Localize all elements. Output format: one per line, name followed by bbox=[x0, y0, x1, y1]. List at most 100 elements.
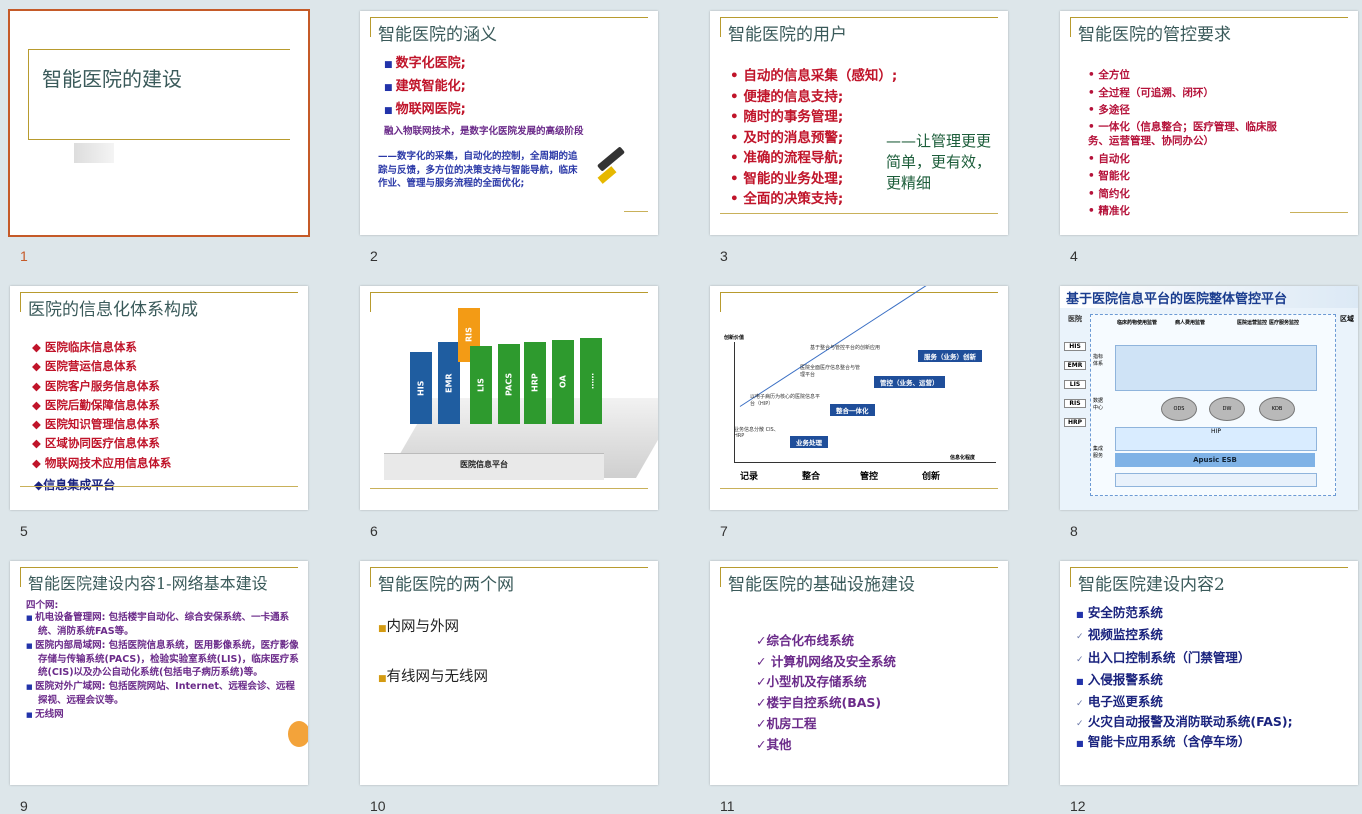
left-item: RIS bbox=[1064, 399, 1086, 408]
footer-rule bbox=[624, 211, 648, 212]
slide-title: 智能医院的用户 bbox=[728, 25, 847, 45]
list-item: ■ 物联网医院; bbox=[384, 102, 466, 117]
slide-number: 7 bbox=[720, 523, 728, 539]
list-item: • 自动的信息采集（感知）; bbox=[730, 68, 898, 84]
subtitle: 融入物联网技术，是数字化医院发展的高级阶段 bbox=[384, 126, 584, 137]
list-item: • 精准化 bbox=[1088, 205, 1130, 217]
list-item: ■ 无线网 bbox=[26, 709, 64, 720]
title-rule-v bbox=[1070, 567, 1071, 587]
slide-thumb-3[interactable]: 智能医院的用户 • 自动的信息采集（感知）; • 便捷的信息支持; • 随时的事… bbox=[710, 11, 1008, 235]
indicator-panel bbox=[1115, 345, 1317, 391]
axis-x-label: 信息化程度 bbox=[950, 455, 976, 461]
title-rule-v bbox=[20, 292, 21, 312]
title-rule bbox=[720, 17, 998, 18]
slide-number: 8 bbox=[1070, 523, 1078, 539]
slide-thumb-9[interactable]: 智能医院建设内容1-网络基本建设 四个网: ■ 机电设备管理网: 包括楼宇自动化… bbox=[10, 561, 308, 785]
left-column: 医院 HIS EMR LIS RIS HRP bbox=[1064, 314, 1086, 494]
title-rule-v bbox=[370, 17, 371, 37]
footer-rule bbox=[20, 486, 298, 487]
platform-label: 医院信息平台 bbox=[460, 460, 508, 469]
stage-4: 创新 bbox=[922, 472, 941, 482]
list-item: ◆ 医院营运信息体系 bbox=[32, 359, 137, 374]
list-item: • 全过程（可追溯、闭环） bbox=[1088, 86, 1214, 99]
slide-title: 智能医院的管控要求 bbox=[1078, 25, 1231, 45]
title-rule bbox=[720, 292, 998, 293]
right-header: 区域 bbox=[1340, 315, 1354, 323]
slide-title: 医院的信息化体系构成 bbox=[28, 300, 198, 320]
list-item: • 准确的流程导航; bbox=[730, 150, 844, 166]
stage-1: 记录 bbox=[740, 472, 759, 482]
title-rule bbox=[1070, 17, 1348, 18]
diagram-label: 临床药物使用监管 bbox=[1117, 320, 1158, 326]
hip-panel: HIP bbox=[1115, 427, 1317, 451]
footer-rule bbox=[370, 488, 648, 489]
title-rule bbox=[1070, 567, 1348, 568]
left-item: LIS bbox=[1064, 380, 1086, 389]
list-item: ✓ 计算机网络及安全系统 bbox=[756, 653, 896, 669]
slide-number: 11 bbox=[720, 798, 735, 814]
bar-hrp: HRP bbox=[524, 342, 546, 424]
slide-number: 2 bbox=[370, 248, 378, 264]
diagram-label: 数据中心 bbox=[1093, 398, 1104, 411]
list-item: ✓综合化布线系统 bbox=[756, 633, 854, 648]
footer-rule bbox=[720, 213, 998, 214]
bullet-list: • 自动的信息采集（感知）; • 便捷的信息支持; • 随时的事务管理; • 及… bbox=[730, 66, 897, 210]
services-row bbox=[1115, 473, 1317, 487]
step-1: 业务处理 bbox=[790, 436, 828, 448]
bullet-list: • 全方位 • 全过程（可追溯、闭环） • 多途径 • 一体化（信息整合；医疗管… bbox=[1088, 67, 1288, 221]
list-item: ✓机房工程 bbox=[756, 715, 817, 731]
list-item: ■ 医院内部局域网: 包括医院信息系统，医用影像系统，医疗影像存储与传输系统(P… bbox=[26, 640, 299, 678]
slide-title: 智能医院的两个网 bbox=[378, 575, 514, 595]
slide-thumb-12[interactable]: 智能医院建设内容2 ■ 安全防范系统 ✓ 视频监控系统 ✓ 出入口控制系统（门禁… bbox=[1060, 561, 1358, 785]
description: ——数字化的采集，自动化的控制，全周期的追踪与反馈，多方位的决策支持与智能导航，… bbox=[378, 151, 578, 189]
platform-diagram: 临床药物使用监管 病人费用监管 医院运营监控 医疗服务监控 指标体系 数据中心 … bbox=[1090, 314, 1336, 496]
list-item: ✓小型机及存储系统 bbox=[756, 674, 867, 690]
bullet-list: ■ 数字化医院; ■ 建筑智能化; ■ 物联网医院; bbox=[384, 53, 466, 122]
list-item: ■ 医院对外广域网: 包括医院网站、Internet、远程会诊、远程探视、远程会… bbox=[26, 681, 295, 706]
list-item: • 全面的决策支持; bbox=[730, 191, 844, 207]
bullet-list: ■内网与外网 ■有线网与无线网 bbox=[378, 615, 488, 686]
diagram-label: 集成服务 bbox=[1093, 446, 1104, 459]
list-item: • 智能化 bbox=[1088, 170, 1130, 182]
title-rule-v bbox=[1070, 17, 1071, 37]
slide-title: 智能医院建设内容2 bbox=[1078, 575, 1225, 595]
title-rule-bottom bbox=[28, 139, 290, 140]
left-item: HRP bbox=[1064, 418, 1086, 427]
slide-thumb-8[interactable]: 基于医院信息平台的医院整体管控平台 医院 HIS EMR LIS RIS HRP… bbox=[1060, 286, 1358, 510]
slide-thumb-11[interactable]: 智能医院的基础设施建设 ✓综合化布线系统 ✓ 计算机网络及安全系统 ✓小型机及存… bbox=[710, 561, 1008, 785]
left-item: HIS bbox=[1064, 342, 1086, 351]
title-rule bbox=[370, 292, 648, 293]
list-item: ◆ 区域协同医疗信息体系 bbox=[32, 436, 160, 451]
slide-number: 3 bbox=[720, 248, 728, 264]
list-item: • 便捷的信息支持; bbox=[730, 88, 844, 105]
list-item: ■ 数字化医院; bbox=[384, 56, 466, 71]
title-rule-v bbox=[370, 292, 371, 312]
left-header: 医院 bbox=[1068, 315, 1082, 323]
diagram-label: 病人费用监管 bbox=[1175, 320, 1206, 326]
slide-number: 5 bbox=[20, 523, 28, 539]
title-rule bbox=[20, 292, 298, 293]
slide-title: 智能医院的基础设施建设 bbox=[728, 575, 915, 595]
list-item: ✓ 火灾自动报警及消防联动系统(FAS); bbox=[1076, 714, 1293, 730]
list-item: • 及时的消息预警; bbox=[730, 129, 844, 146]
bar-his: HIS bbox=[410, 352, 432, 424]
bar-emr: EMR bbox=[438, 342, 460, 424]
slide-thumb-2[interactable]: 智能医院的涵义 ■ 数字化医院; ■ 建筑智能化; ■ 物联网医院; 融入物联网… bbox=[360, 11, 658, 235]
slide-thumb-6[interactable]: 医院信息平台 HIS EMR RIS LIS PACS HRP OA …… bbox=[360, 286, 658, 510]
title-rule-v bbox=[370, 567, 371, 587]
list-item: ✓ 电子巡更系统 bbox=[1076, 694, 1163, 710]
list-item: • 随时的事务管理; bbox=[730, 109, 844, 125]
slide-title: 智能医院的涵义 bbox=[378, 25, 497, 45]
slide-thumb-7[interactable]: 创新价值 信息化程度 业务处理 整合一体化 管控（业务、运营） 服务（业务）创新… bbox=[710, 286, 1008, 510]
slide-thumb-4[interactable]: 智能医院的管控要求 • 全方位 • 全过程（可追溯、闭环） • 多途径 • 一体… bbox=[1060, 11, 1358, 235]
slide-thumb-10[interactable]: 智能医院的两个网 ■内网与外网 ■有线网与无线网 bbox=[360, 561, 658, 785]
title-rule-v bbox=[28, 49, 29, 139]
slide-number: 10 bbox=[370, 798, 386, 814]
title-rule-v bbox=[720, 292, 721, 312]
diagram-label: 指标体系 bbox=[1093, 354, 1104, 367]
list-item: ■ 智能卡应用系统（含停车场） bbox=[1076, 734, 1251, 750]
title-rule bbox=[28, 49, 290, 50]
db-kdb: KDB bbox=[1259, 397, 1295, 421]
slide-thumb-5[interactable]: 医院的信息化体系构成 ◆ 医院临床信息体系 ◆ 医院营运信息体系 ◆ 医院客户服… bbox=[10, 286, 308, 510]
slide-thumb-1[interactable]: 智能医院的建设 bbox=[8, 9, 310, 237]
